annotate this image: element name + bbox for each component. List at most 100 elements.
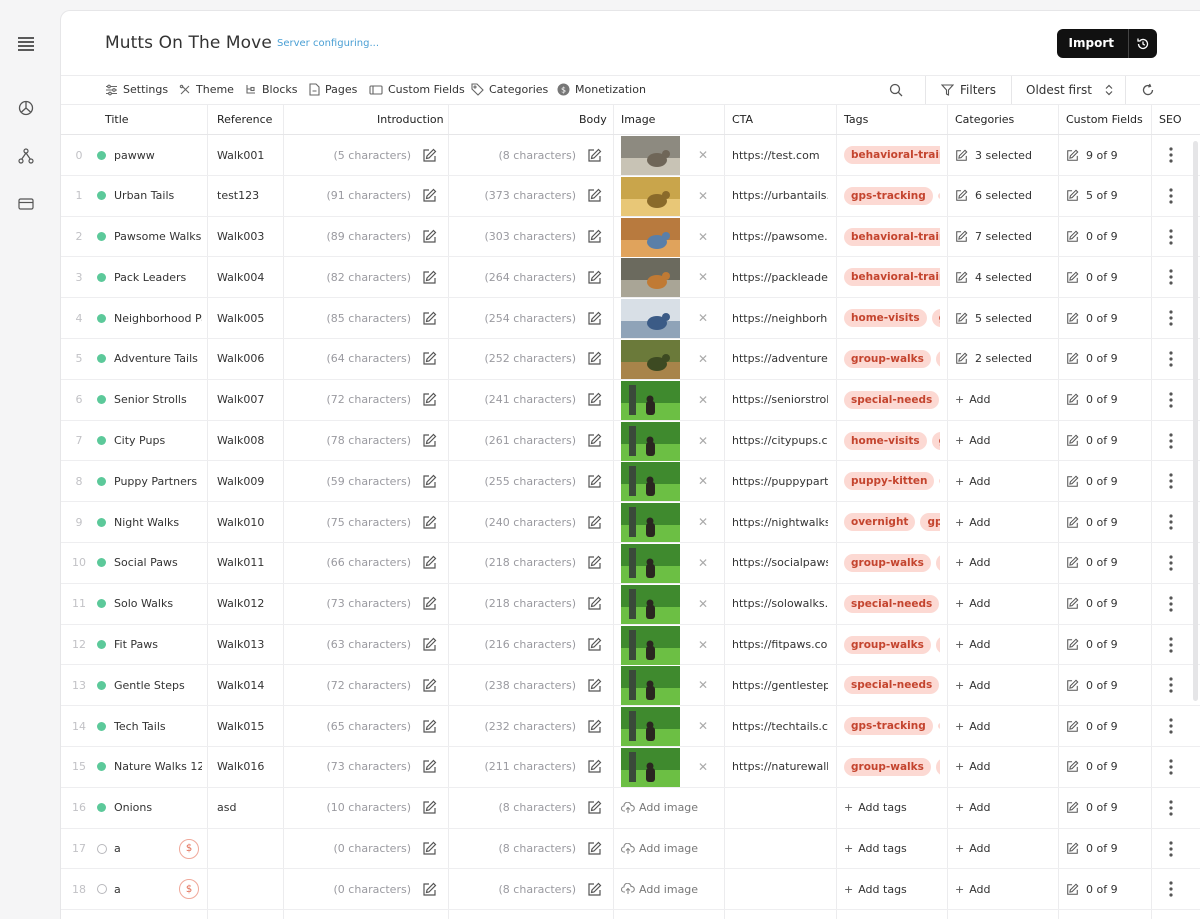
col-image[interactable]: Image <box>621 105 655 135</box>
edit-icon[interactable] <box>422 421 437 461</box>
row-cta[interactable]: https://nightwalks. <box>732 502 828 542</box>
row-cta[interactable]: https://adventureta <box>732 339 828 379</box>
close-icon[interactable]: ✕ <box>698 421 708 461</box>
more-options-icon[interactable] <box>1169 257 1173 297</box>
tag-badge[interactable]: behavioral-traini <box>844 227 940 246</box>
toolbar-settings[interactable]: Settings <box>105 83 168 96</box>
tag-badge[interactable]: gps <box>920 513 940 532</box>
more-options-icon[interactable] <box>1169 298 1173 338</box>
row-cta[interactable]: https://seniorstroll <box>732 380 828 420</box>
table-row[interactable]: 4 Neighborhood Pa Walk005 (85 characters) (2… <box>61 298 1200 339</box>
tag-badge[interactable]: home-visits <box>844 309 927 328</box>
tag-badge[interactable]: g <box>935 349 940 368</box>
row-cta[interactable]: https://solowalks.c <box>732 584 828 624</box>
tag-badge[interactable]: b <box>935 553 940 572</box>
row-image-thumbnail[interactable] <box>621 584 680 624</box>
row-cta[interactable]: https://socialpaws. <box>732 543 828 583</box>
more-options-icon[interactable] <box>1169 461 1173 501</box>
row-reference[interactable]: Walk008 <box>217 421 279 461</box>
edit-icon[interactable] <box>587 461 602 501</box>
edit-icon[interactable] <box>587 339 602 379</box>
row-categories[interactable]: 4 selected <box>955 257 1032 297</box>
row-reference[interactable]: Walk010 <box>217 502 279 542</box>
col-seo[interactable]: SEO <box>1159 105 1182 135</box>
row-custom-fields[interactable]: 0 of 9 <box>1066 706 1118 746</box>
row-cta[interactable]: https://citypups.cc <box>732 421 828 461</box>
more-options-icon[interactable] <box>1169 176 1173 216</box>
edit-icon[interactable] <box>587 421 602 461</box>
tag-badge[interactable]: g <box>931 431 940 450</box>
close-icon[interactable]: ✕ <box>698 176 708 216</box>
refresh-icon[interactable] <box>1141 76 1155 104</box>
add-image-button[interactable]: Add image <box>621 829 698 869</box>
more-options-icon[interactable] <box>1169 829 1173 869</box>
row-cta[interactable] <box>732 829 828 869</box>
col-reference[interactable]: Reference <box>217 105 272 135</box>
table-row[interactable]: 1 Urban Tails test123 (91 characters) (373 c… <box>61 176 1200 217</box>
row-title[interactable]: Senior Strolls <box>114 380 202 420</box>
row-categories[interactable]: 3 selected <box>955 135 1032 175</box>
close-icon[interactable]: ✕ <box>698 461 708 501</box>
filters-button[interactable]: Filters <box>941 76 996 104</box>
monetization-icon[interactable]: $ <box>179 869 199 909</box>
row-cta[interactable]: https://fitpaws.cor <box>732 625 828 665</box>
table-row[interactable]: 15 Nature Walks 123 Walk016 (73 characters)… <box>61 747 1200 788</box>
edit-icon[interactable] <box>422 380 437 420</box>
row-reference[interactable] <box>217 829 279 869</box>
edit-icon[interactable] <box>587 380 602 420</box>
edit-icon[interactable] <box>587 869 602 909</box>
close-icon[interactable]: ✕ <box>698 135 708 175</box>
toolbar-custom-fields[interactable]: Custom Fields <box>369 83 465 96</box>
edit-icon[interactable] <box>422 584 437 624</box>
close-icon[interactable]: ✕ <box>698 339 708 379</box>
table-row[interactable]: 0 pawww Walk001 (5 characters) (8 characters… <box>61 135 1200 176</box>
row-image-thumbnail[interactable] <box>621 136 680 175</box>
toolbar-blocks[interactable]: Blocks <box>245 83 297 96</box>
table-row[interactable]: 17 a $ (0 characters) (8 characters) Add imag… <box>61 829 1200 870</box>
add-category-button[interactable]: + Add <box>955 869 991 909</box>
more-options-icon[interactable] <box>1169 217 1173 257</box>
more-options-icon[interactable] <box>1169 747 1173 787</box>
row-custom-fields[interactable]: 0 of 9 <box>1066 665 1118 705</box>
row-reference[interactable]: Walk004 <box>217 257 279 297</box>
table-row[interactable]: 6 Senior Strolls Walk007 (72 characters) (24… <box>61 380 1200 421</box>
col-body[interactable]: Body <box>579 105 607 135</box>
add-image-button[interactable]: Add image <box>621 788 698 828</box>
add-category-button[interactable]: + Add <box>955 625 991 665</box>
tag-badge[interactable]: group-walks <box>844 635 931 654</box>
tag-badge[interactable]: behavioral-traini <box>844 146 940 164</box>
edit-icon[interactable] <box>422 298 437 338</box>
edit-icon[interactable] <box>587 829 602 869</box>
close-icon[interactable]: ✕ <box>698 298 708 338</box>
row-categories[interactable]: 2 selected <box>955 339 1032 379</box>
row-image-thumbnail[interactable] <box>621 217 680 257</box>
col-cta[interactable]: CTA <box>732 105 753 135</box>
add-category-button[interactable]: + Add <box>955 502 991 542</box>
row-reference[interactable]: Walk013 <box>217 625 279 665</box>
row-custom-fields[interactable]: 0 of 9 <box>1066 829 1118 869</box>
row-cta[interactable]: https://urbantails.t <box>732 176 828 216</box>
add-tags-button[interactable]: + Add tags <box>844 829 907 869</box>
row-title[interactable]: City Pups <box>114 421 202 461</box>
more-options-icon[interactable] <box>1169 502 1173 542</box>
row-cta[interactable]: https://naturewalks <box>732 747 828 787</box>
row-cta[interactable]: https://packleader <box>732 257 828 297</box>
row-image-thumbnail[interactable] <box>621 625 680 665</box>
tag-badge[interactable]: home-visits <box>844 431 927 450</box>
row-custom-fields[interactable]: 0 of 9 <box>1066 502 1118 542</box>
row-title[interactable]: Pack Leaders <box>114 257 202 297</box>
close-icon[interactable]: ✕ <box>698 502 708 542</box>
edit-icon[interactable] <box>587 176 602 216</box>
row-image-thumbnail[interactable] <box>621 462 680 502</box>
edit-icon[interactable] <box>422 135 437 175</box>
row-custom-fields[interactable]: 0 of 9 <box>1066 788 1118 828</box>
more-options-icon[interactable] <box>1169 625 1173 665</box>
row-reference[interactable]: Walk014 <box>217 665 279 705</box>
scrollbar[interactable] <box>1193 141 1198 701</box>
add-category-button[interactable]: + Add <box>955 421 991 461</box>
row-reference[interactable]: asd <box>217 788 279 828</box>
row-image-thumbnail[interactable] <box>621 543 680 583</box>
row-cta[interactable]: https://pawsome.w <box>732 217 828 257</box>
row-custom-fields[interactable]: 0 of 9 <box>1066 217 1118 257</box>
row-image-thumbnail[interactable] <box>621 707 680 747</box>
